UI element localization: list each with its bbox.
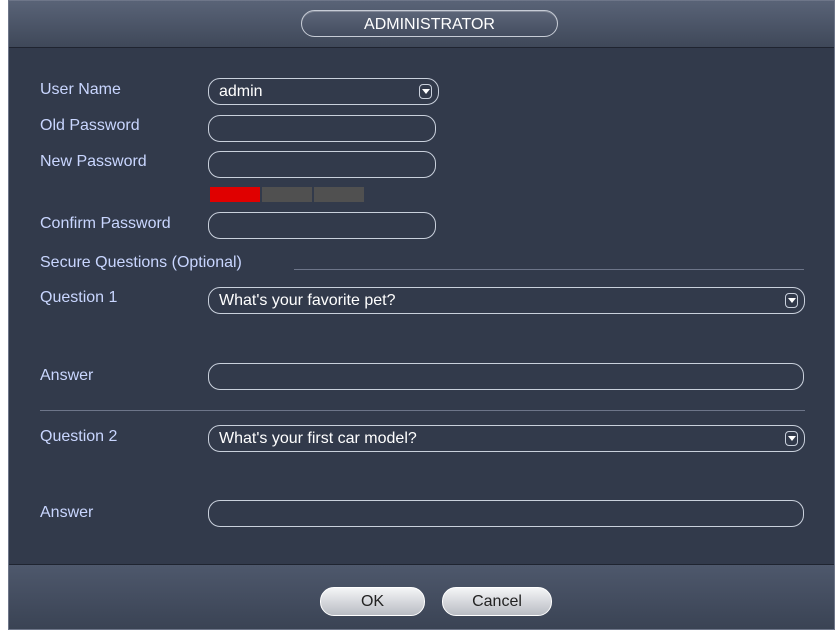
question-1-label: Question 1 (40, 289, 118, 306)
question-1-select[interactable]: What's your favorite pet? (208, 287, 805, 314)
chevron-down-icon[interactable] (419, 84, 432, 99)
answer-2-field[interactable] (208, 500, 804, 527)
administrator-dialog: ADMINISTRATOR User Name admin Old Passwo… (8, 0, 835, 630)
old-password-field[interactable] (208, 115, 436, 142)
question-2-label: Question 2 (40, 428, 118, 445)
question-2-select[interactable]: What's your first car model? (208, 425, 805, 452)
chevron-down-icon[interactable] (785, 431, 798, 446)
answer-1-label: Answer (40, 367, 94, 384)
secure-questions-heading: Secure Questions (Optional) (40, 254, 242, 271)
chevron-down-icon[interactable] (785, 293, 798, 308)
dialog-titlebar: ADMINISTRATOR (9, 1, 834, 48)
question-divider (40, 410, 805, 411)
user-name-value: admin (219, 83, 263, 100)
question-1-value: What's your favorite pet? (219, 292, 396, 309)
answer-1-field[interactable] (208, 363, 804, 390)
strength-segment-2 (262, 187, 312, 202)
answer-2-label: Answer (40, 504, 94, 521)
user-name-select[interactable]: admin (208, 78, 439, 105)
dialog-title: ADMINISTRATOR (301, 10, 558, 37)
strength-segment-1 (210, 187, 260, 202)
strength-segment-3 (314, 187, 364, 202)
section-divider (294, 269, 804, 270)
dialog-footer: OK Cancel (9, 564, 834, 629)
new-password-field[interactable] (208, 151, 436, 178)
user-name-label: User Name (40, 81, 121, 98)
confirm-password-label: Confirm Password (40, 215, 171, 232)
old-password-label: Old Password (40, 117, 140, 134)
cancel-button[interactable]: Cancel (442, 587, 552, 616)
ok-button[interactable]: OK (320, 587, 425, 616)
confirm-password-field[interactable] (208, 212, 436, 239)
new-password-label: New Password (40, 153, 147, 170)
question-2-value: What's your first car model? (219, 430, 417, 447)
